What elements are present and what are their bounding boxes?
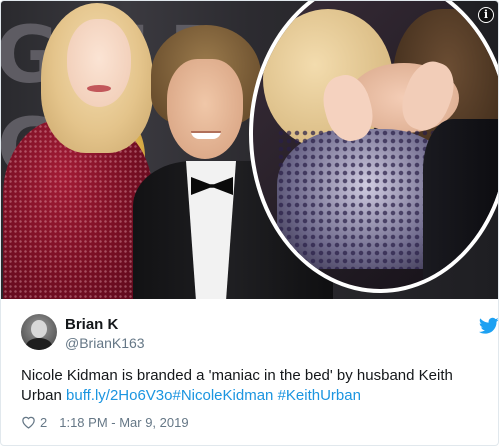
hashtag-keithurban[interactable]: #KeithUrban (278, 387, 361, 404)
inset-man-suit (423, 119, 498, 289)
tweet-text: Nicole Kidman is branded a 'maniac in th… (21, 366, 481, 406)
woman-face (67, 19, 131, 107)
like-count[interactable]: 2 (40, 415, 47, 430)
tweet-link[interactable]: buff.ly/2Ho6V3o (66, 387, 172, 404)
twitter-bird-icon[interactable] (479, 317, 499, 335)
kiss-inset-photo: AW (249, 1, 498, 293)
woman-lips (87, 85, 111, 92)
man-face (167, 59, 243, 159)
man-smile (191, 131, 221, 139)
author-name[interactable]: Brian K (65, 316, 118, 333)
tweet-author: Brian K @BrianK163 (21, 314, 498, 354)
author-handle[interactable]: @BrianK163 (65, 335, 145, 351)
tweet-card[interactable]: GOLD GL AW i Brian K @BrianK163 (0, 0, 499, 446)
tweet-timestamp[interactable]: 1:18 PM - Mar 9, 2019 (59, 415, 188, 430)
info-icon[interactable]: i (478, 7, 494, 23)
hashtag-nicolekidman[interactable]: #NicoleKidman (173, 387, 274, 404)
avatar[interactable] (21, 314, 57, 350)
tweet-footer: 2 1:18 PM - Mar 9, 2019 (21, 412, 189, 432)
heart-icon[interactable] (21, 415, 36, 429)
tweet-photo[interactable]: GOLD GL AW i (1, 1, 498, 299)
